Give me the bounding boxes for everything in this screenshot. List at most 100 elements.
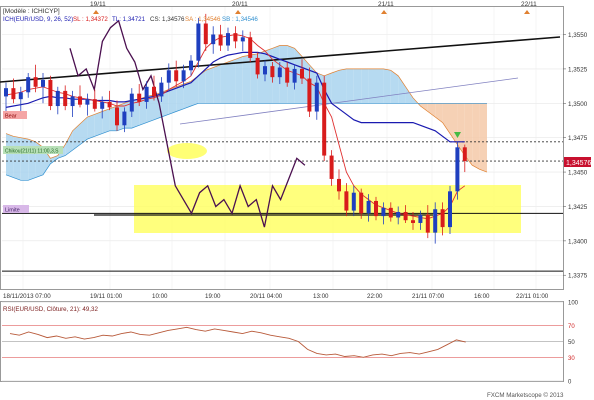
time-tick-label: 20/11 04:00 bbox=[250, 293, 283, 300]
candle-body bbox=[240, 37, 245, 42]
cloud-segment bbox=[383, 68, 391, 104]
cs-label: CS: 1,34576 bbox=[150, 16, 185, 23]
cloud-segment bbox=[87, 114, 95, 140]
candle-body bbox=[292, 68, 297, 83]
candle-body bbox=[218, 34, 223, 46]
highlight-zone bbox=[134, 185, 521, 233]
top-date-2: 21/11 bbox=[378, 1, 394, 8]
candle-body bbox=[203, 23, 208, 45]
candle-body bbox=[41, 79, 45, 87]
rsi-level-label: 50 bbox=[568, 340, 575, 346]
sb-label: SB : 1,34546 bbox=[222, 16, 258, 23]
candle-body bbox=[255, 57, 260, 75]
candle-body bbox=[18, 92, 23, 100]
cloud-segment bbox=[94, 111, 103, 137]
candle-body bbox=[159, 82, 164, 97]
cloud-segment bbox=[6, 133, 14, 178]
candle-body bbox=[78, 96, 82, 105]
price-tick-label: 1,3400 bbox=[568, 238, 588, 245]
highlight-ellipse bbox=[167, 143, 207, 159]
time-tick-label: 21/11 07:00 bbox=[412, 293, 445, 300]
candle-body bbox=[425, 214, 430, 233]
cloud-segment bbox=[13, 136, 21, 181]
cloud-segment bbox=[20, 137, 29, 181]
time-tick-label: 22/11 01:00 bbox=[516, 293, 549, 300]
time-tick-label: 22:00 bbox=[367, 293, 383, 300]
cloud-segment bbox=[472, 103, 480, 170]
time-tick-label: 19/11 01:00 bbox=[90, 293, 123, 300]
candle-body bbox=[211, 34, 216, 45]
sl-label: SL : 1,34372 bbox=[73, 16, 108, 23]
time-tick-label: 10:00 bbox=[152, 293, 168, 300]
cloud-segment bbox=[479, 103, 487, 173]
time-tick-label: 18/11/2013 07:00 bbox=[3, 293, 51, 300]
cloud-segment bbox=[213, 64, 221, 104]
cloud-segment bbox=[205, 67, 214, 104]
candle-body bbox=[115, 107, 119, 126]
candle-body bbox=[181, 70, 186, 82]
cloud-segment bbox=[228, 59, 236, 104]
time-tick-label: 19:00 bbox=[205, 293, 221, 300]
candle-body bbox=[300, 68, 304, 79]
cloud-segment bbox=[28, 139, 36, 181]
candle-body bbox=[233, 33, 238, 42]
candle-body bbox=[366, 200, 371, 214]
candle-body bbox=[433, 209, 438, 233]
candle-body bbox=[440, 209, 445, 228]
candle-body bbox=[144, 86, 149, 102]
price-tick-label: 1,3525 bbox=[568, 66, 588, 73]
price-tick-label: 1,3550 bbox=[568, 32, 588, 39]
indicator-main-label: ICH(EUR/USD, 9, 26, 52) bbox=[3, 16, 73, 23]
tag-bear-label: Bear bbox=[5, 114, 17, 120]
price-tick-label: 1,3375 bbox=[568, 273, 588, 280]
candle-body bbox=[189, 60, 193, 71]
candle-body bbox=[351, 192, 356, 211]
candle-body bbox=[448, 191, 452, 228]
candle-body bbox=[70, 96, 75, 107]
candle-body bbox=[263, 66, 267, 75]
candle-body bbox=[92, 99, 97, 109]
candle-body bbox=[4, 88, 8, 97]
sa-label: SA : 1,34546 bbox=[185, 16, 221, 23]
candle-body bbox=[166, 70, 171, 83]
time-tick-label: 13:00 bbox=[313, 293, 329, 300]
cloud-segment bbox=[102, 108, 110, 134]
top-date-1: 20/11 bbox=[232, 1, 248, 8]
candle-body bbox=[152, 86, 156, 97]
candle-body bbox=[248, 37, 253, 58]
candle-body bbox=[270, 66, 275, 78]
rsi-level-label: 100 bbox=[568, 301, 579, 307]
candle-body bbox=[285, 67, 290, 83]
candle-body bbox=[85, 99, 90, 105]
candle-body bbox=[462, 147, 467, 162]
cloud-segment bbox=[353, 68, 362, 104]
candle-body bbox=[63, 90, 68, 107]
window-label: [Modèle : ICHICYP] bbox=[3, 8, 60, 15]
tl-label: TL: 1,34721 bbox=[112, 16, 146, 23]
candle-body bbox=[314, 82, 319, 112]
rsi-label: RSI(EUR/USD, Clôture, 21): 49,32 bbox=[3, 306, 98, 313]
candle-body bbox=[344, 191, 349, 211]
tag-chikou-label: Chikou(21/11) 11:00,3,S bbox=[5, 149, 59, 155]
candle-body bbox=[307, 78, 312, 112]
price-tick-label: 1,3500 bbox=[568, 101, 588, 108]
chart-canvas: 1,3550 1,3525 1,3500 1,3475 1,3450 1,3425 1,34… bbox=[0, 1, 591, 399]
candle-body bbox=[374, 200, 378, 217]
candle-body bbox=[396, 211, 401, 218]
candle-body bbox=[26, 77, 31, 93]
candle-body bbox=[122, 111, 127, 126]
price-tick-label: 1,3450 bbox=[568, 170, 588, 177]
candle-body bbox=[388, 207, 393, 218]
watermark: FXCM Marketscope © 2013 bbox=[487, 392, 564, 399]
time-tick-label: 16:00 bbox=[474, 293, 490, 300]
cloud-segment bbox=[339, 68, 347, 104]
candle-body bbox=[226, 33, 230, 46]
price-tick-label: 1,3425 bbox=[568, 204, 588, 211]
candle-body bbox=[55, 90, 60, 107]
candle-body bbox=[100, 101, 105, 109]
candle-body bbox=[337, 178, 341, 192]
candle-body bbox=[174, 70, 179, 82]
candle-body bbox=[403, 211, 408, 221]
tag-limit-label: Limite bbox=[5, 208, 20, 214]
candle-body bbox=[455, 147, 460, 192]
